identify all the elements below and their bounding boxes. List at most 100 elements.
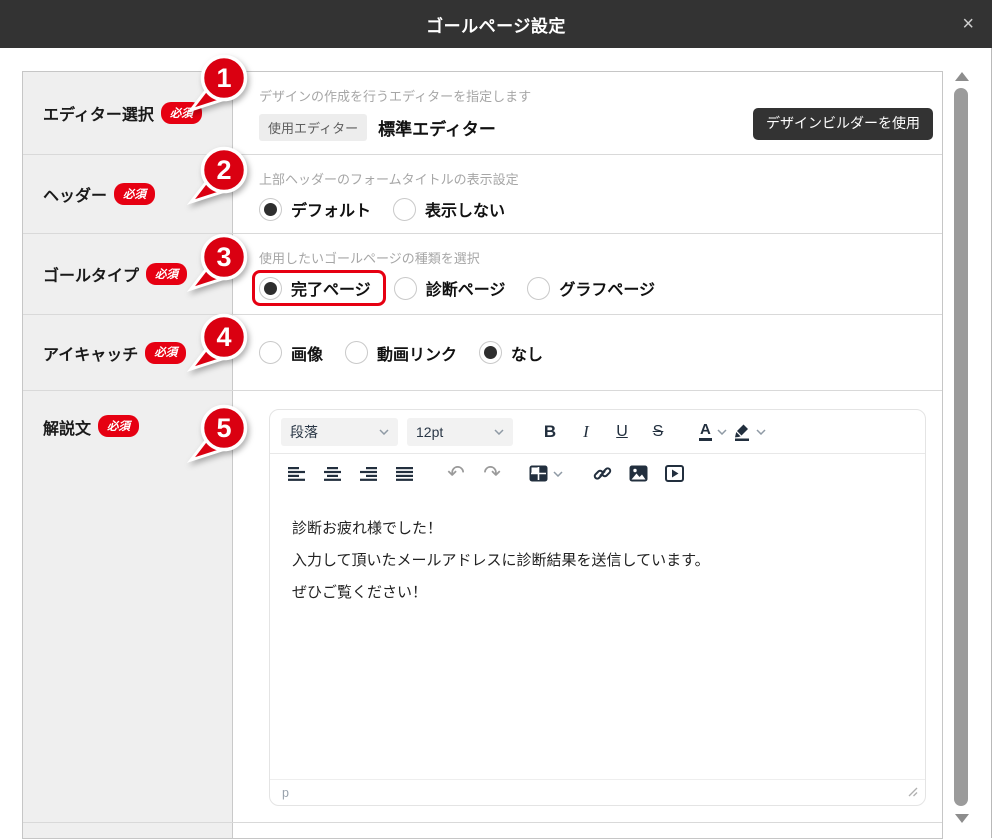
modal-header: ゴールページ設定 × (0, 0, 992, 48)
row-label: エディター選択 (43, 101, 154, 125)
redo-icon[interactable]: ↷ (477, 460, 507, 488)
font-size-select[interactable]: 12pt (407, 418, 513, 446)
radio-unselected-icon (527, 277, 550, 300)
header-radio-group: デフォルト 表示しない (259, 197, 942, 221)
element-path-label: p (282, 786, 289, 800)
radio-label: 診断ページ (426, 276, 506, 300)
row-editor-select-label-col: エディター選択 必須 (23, 72, 233, 154)
strikethrough-button[interactable]: S (643, 418, 673, 446)
align-center-button[interactable] (317, 460, 347, 488)
chevron-down-icon (756, 429, 766, 435)
scroll-up-arrow[interactable] (955, 72, 969, 81)
row-header-content: 上部ヘッダーのフォームタイトルの表示設定 デフォルト 表示しない (233, 155, 942, 233)
row-description-text: 解説文 必須 段落 12pt B I (23, 391, 942, 823)
row-eyecatch: アイキャッチ 必須 画像 動画リンク なし (23, 315, 942, 391)
radio-unselected-icon (394, 277, 417, 300)
radio-label: 完了ページ (291, 276, 371, 300)
radio-complete-page[interactable]: 完了ページ (259, 276, 371, 300)
radio-label: なし (511, 341, 543, 365)
row-goal-type-label-col: ゴールタイプ 必須 (23, 234, 233, 314)
row-header-label-col: ヘッダー 必須 (23, 155, 233, 233)
row-goal-type: ゴールタイプ 必須 使用したいゴールページの種類を選択 完了ページ 診断ページ (23, 234, 942, 315)
image-button[interactable] (623, 460, 653, 488)
radio-label: 動画リンク (377, 341, 457, 365)
rich-text-editor: 段落 12pt B I U S (269, 409, 926, 806)
scrollbar-thumb[interactable] (954, 88, 968, 806)
required-badge: 必須 (161, 102, 202, 124)
close-icon[interactable]: × (962, 14, 974, 34)
row-eyecatch-content: 画像 動画リンク なし (233, 315, 942, 390)
radio-none[interactable]: なし (479, 341, 543, 365)
next-row-content (233, 823, 942, 838)
row-eyecatch-label-col: アイキャッチ 必須 (23, 315, 233, 390)
required-badge: 必須 (98, 415, 139, 437)
underline-button[interactable]: U (607, 418, 637, 446)
vertical-scrollbar (950, 66, 974, 832)
editor-line: 入力して頂いたメールアドレスに診断結果を送信しています。 (292, 545, 903, 577)
radio-unselected-icon (345, 341, 368, 364)
table-button[interactable] (529, 460, 565, 488)
row-label: ゴールタイプ (43, 262, 139, 286)
row-next-partial (23, 823, 942, 838)
editor-content-area[interactable]: 診断お疲れ様でした！ 入力して頂いたメールアドレスに診断結果を送信しています。 … (270, 493, 925, 779)
required-badge: 必須 (145, 342, 186, 364)
radio-unselected-icon (259, 341, 282, 364)
text-color-button[interactable]: A (699, 422, 729, 442)
selected-goal-highlight-box: 完了ページ (252, 270, 386, 306)
row-description: 使用したいゴールページの種類を選択 (259, 248, 942, 267)
scroll-down-arrow[interactable] (955, 814, 969, 823)
chevron-down-icon (494, 429, 504, 435)
chevron-down-icon (379, 429, 389, 435)
editor-toolbar-row2: ↶ ↷ (270, 453, 925, 493)
radio-hide[interactable]: 表示しない (393, 197, 505, 221)
bold-button[interactable]: B (535, 418, 565, 446)
highlight-color-button[interactable] (733, 422, 768, 441)
radio-diagnosis-page[interactable]: 診断ページ (394, 276, 506, 300)
row-header: ヘッダー 必須 上部ヘッダーのフォームタイトルの表示設定 デフォルト 表示しない (23, 155, 942, 234)
radio-image[interactable]: 画像 (259, 341, 323, 365)
radio-selected-icon (479, 341, 502, 364)
editor-value: 標準エディター (378, 115, 496, 140)
row-label: アイキャッチ (43, 341, 138, 365)
editor-toolbar-row1: 段落 12pt B I U S (270, 410, 925, 453)
align-left-button[interactable] (281, 460, 311, 488)
align-right-button[interactable] (353, 460, 383, 488)
editor-tag: 使用エディター (259, 114, 367, 141)
video-button[interactable] (659, 460, 689, 488)
undo-icon[interactable]: ↶ (441, 460, 471, 488)
radio-video-link[interactable]: 動画リンク (345, 341, 457, 365)
modal-title: ゴールページ設定 (426, 12, 566, 37)
video-icon (665, 465, 684, 482)
format-select-value: 段落 (290, 422, 318, 442)
row-editor-select: エディター選択 必須 デザインの作成を行うエディターを指定します 使用エディター… (23, 72, 942, 155)
radio-default[interactable]: デフォルト (259, 197, 371, 221)
row-goal-type-content: 使用したいゴールページの種類を選択 完了ページ 診断ページ グラフページ (233, 234, 942, 314)
chevron-down-icon (717, 429, 727, 435)
row-editor-select-content: デザインの作成を行うエディターを指定します 使用エディター 標準エディター デザ… (233, 72, 942, 154)
row-description-label-col: 解説文 必須 (23, 391, 233, 822)
radio-label: 表示しない (425, 197, 505, 221)
row-description: 上部ヘッダーのフォームタイトルの表示設定 (259, 169, 942, 188)
row-label: 解説文 (43, 415, 91, 439)
editor-line: 診断お疲れ様でした！ (292, 513, 903, 545)
paragraph-format-select[interactable]: 段落 (281, 418, 398, 446)
text-color-letter: A (699, 422, 712, 442)
editor-line: ぜひご覧ください！ (292, 577, 903, 609)
link-button[interactable] (587, 460, 617, 488)
italic-button[interactable]: I (571, 418, 601, 446)
radio-selected-icon (259, 198, 282, 221)
radio-label: グラフページ (559, 276, 655, 300)
radio-graph-page[interactable]: グラフページ (527, 276, 655, 300)
radio-label: 画像 (291, 341, 323, 365)
use-design-builder-button[interactable]: デザインビルダーを使用 (753, 108, 933, 140)
resize-handle-icon[interactable] (907, 786, 918, 800)
radio-label: デフォルト (291, 197, 371, 221)
link-icon (593, 464, 612, 483)
next-row-label-col (23, 823, 233, 838)
goal-type-radio-group: 完了ページ 診断ページ グラフページ (259, 276, 942, 300)
row-description-content: 段落 12pt B I U S (233, 391, 942, 822)
editor-status-bar: p (270, 779, 925, 805)
radio-selected-icon (259, 277, 282, 300)
chevron-down-icon (553, 471, 563, 477)
justify-button[interactable] (389, 460, 419, 488)
